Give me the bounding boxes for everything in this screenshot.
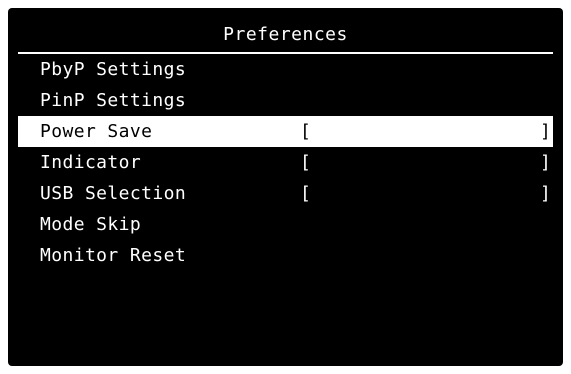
menu-item-label: Power Save xyxy=(40,121,153,142)
value-bracket-open: [ xyxy=(300,183,312,204)
menu-item-label: Indicator xyxy=(40,152,142,173)
menu-item-power-save[interactable]: Power Save [ ] xyxy=(18,116,553,147)
osd-menu-window: Preferences PbyP Settings PinP Settings … xyxy=(8,8,563,366)
menu-item-mode-skip[interactable]: Mode Skip xyxy=(18,209,553,240)
menu-item-monitor-reset[interactable]: Monitor Reset xyxy=(18,240,553,271)
menu-item-label: Monitor Reset xyxy=(40,245,187,266)
menu-item-label: PinP Settings xyxy=(40,90,187,111)
menu-item-indicator[interactable]: Indicator [ ] xyxy=(18,147,553,178)
value-bracket-close: ] xyxy=(540,183,552,204)
menu-item-label: USB Selection xyxy=(40,183,187,204)
menu-item-usb-selection[interactable]: USB Selection [ ] xyxy=(18,178,553,209)
menu-item-pinp-settings[interactable]: PinP Settings xyxy=(18,85,553,116)
menu-item-label: PbyP Settings xyxy=(40,59,187,80)
menu-title: Preferences xyxy=(223,24,348,45)
value-bracket-close: ] xyxy=(540,152,552,173)
preferences-menu-list: PbyP Settings PinP Settings Power Save [… xyxy=(18,54,553,271)
value-bracket-open: [ xyxy=(300,121,312,142)
menu-item-pbyp-settings[interactable]: PbyP Settings xyxy=(18,54,553,85)
menu-item-label: Mode Skip xyxy=(40,214,142,235)
value-bracket-open: [ xyxy=(300,152,312,173)
value-bracket-close: ] xyxy=(540,121,552,142)
